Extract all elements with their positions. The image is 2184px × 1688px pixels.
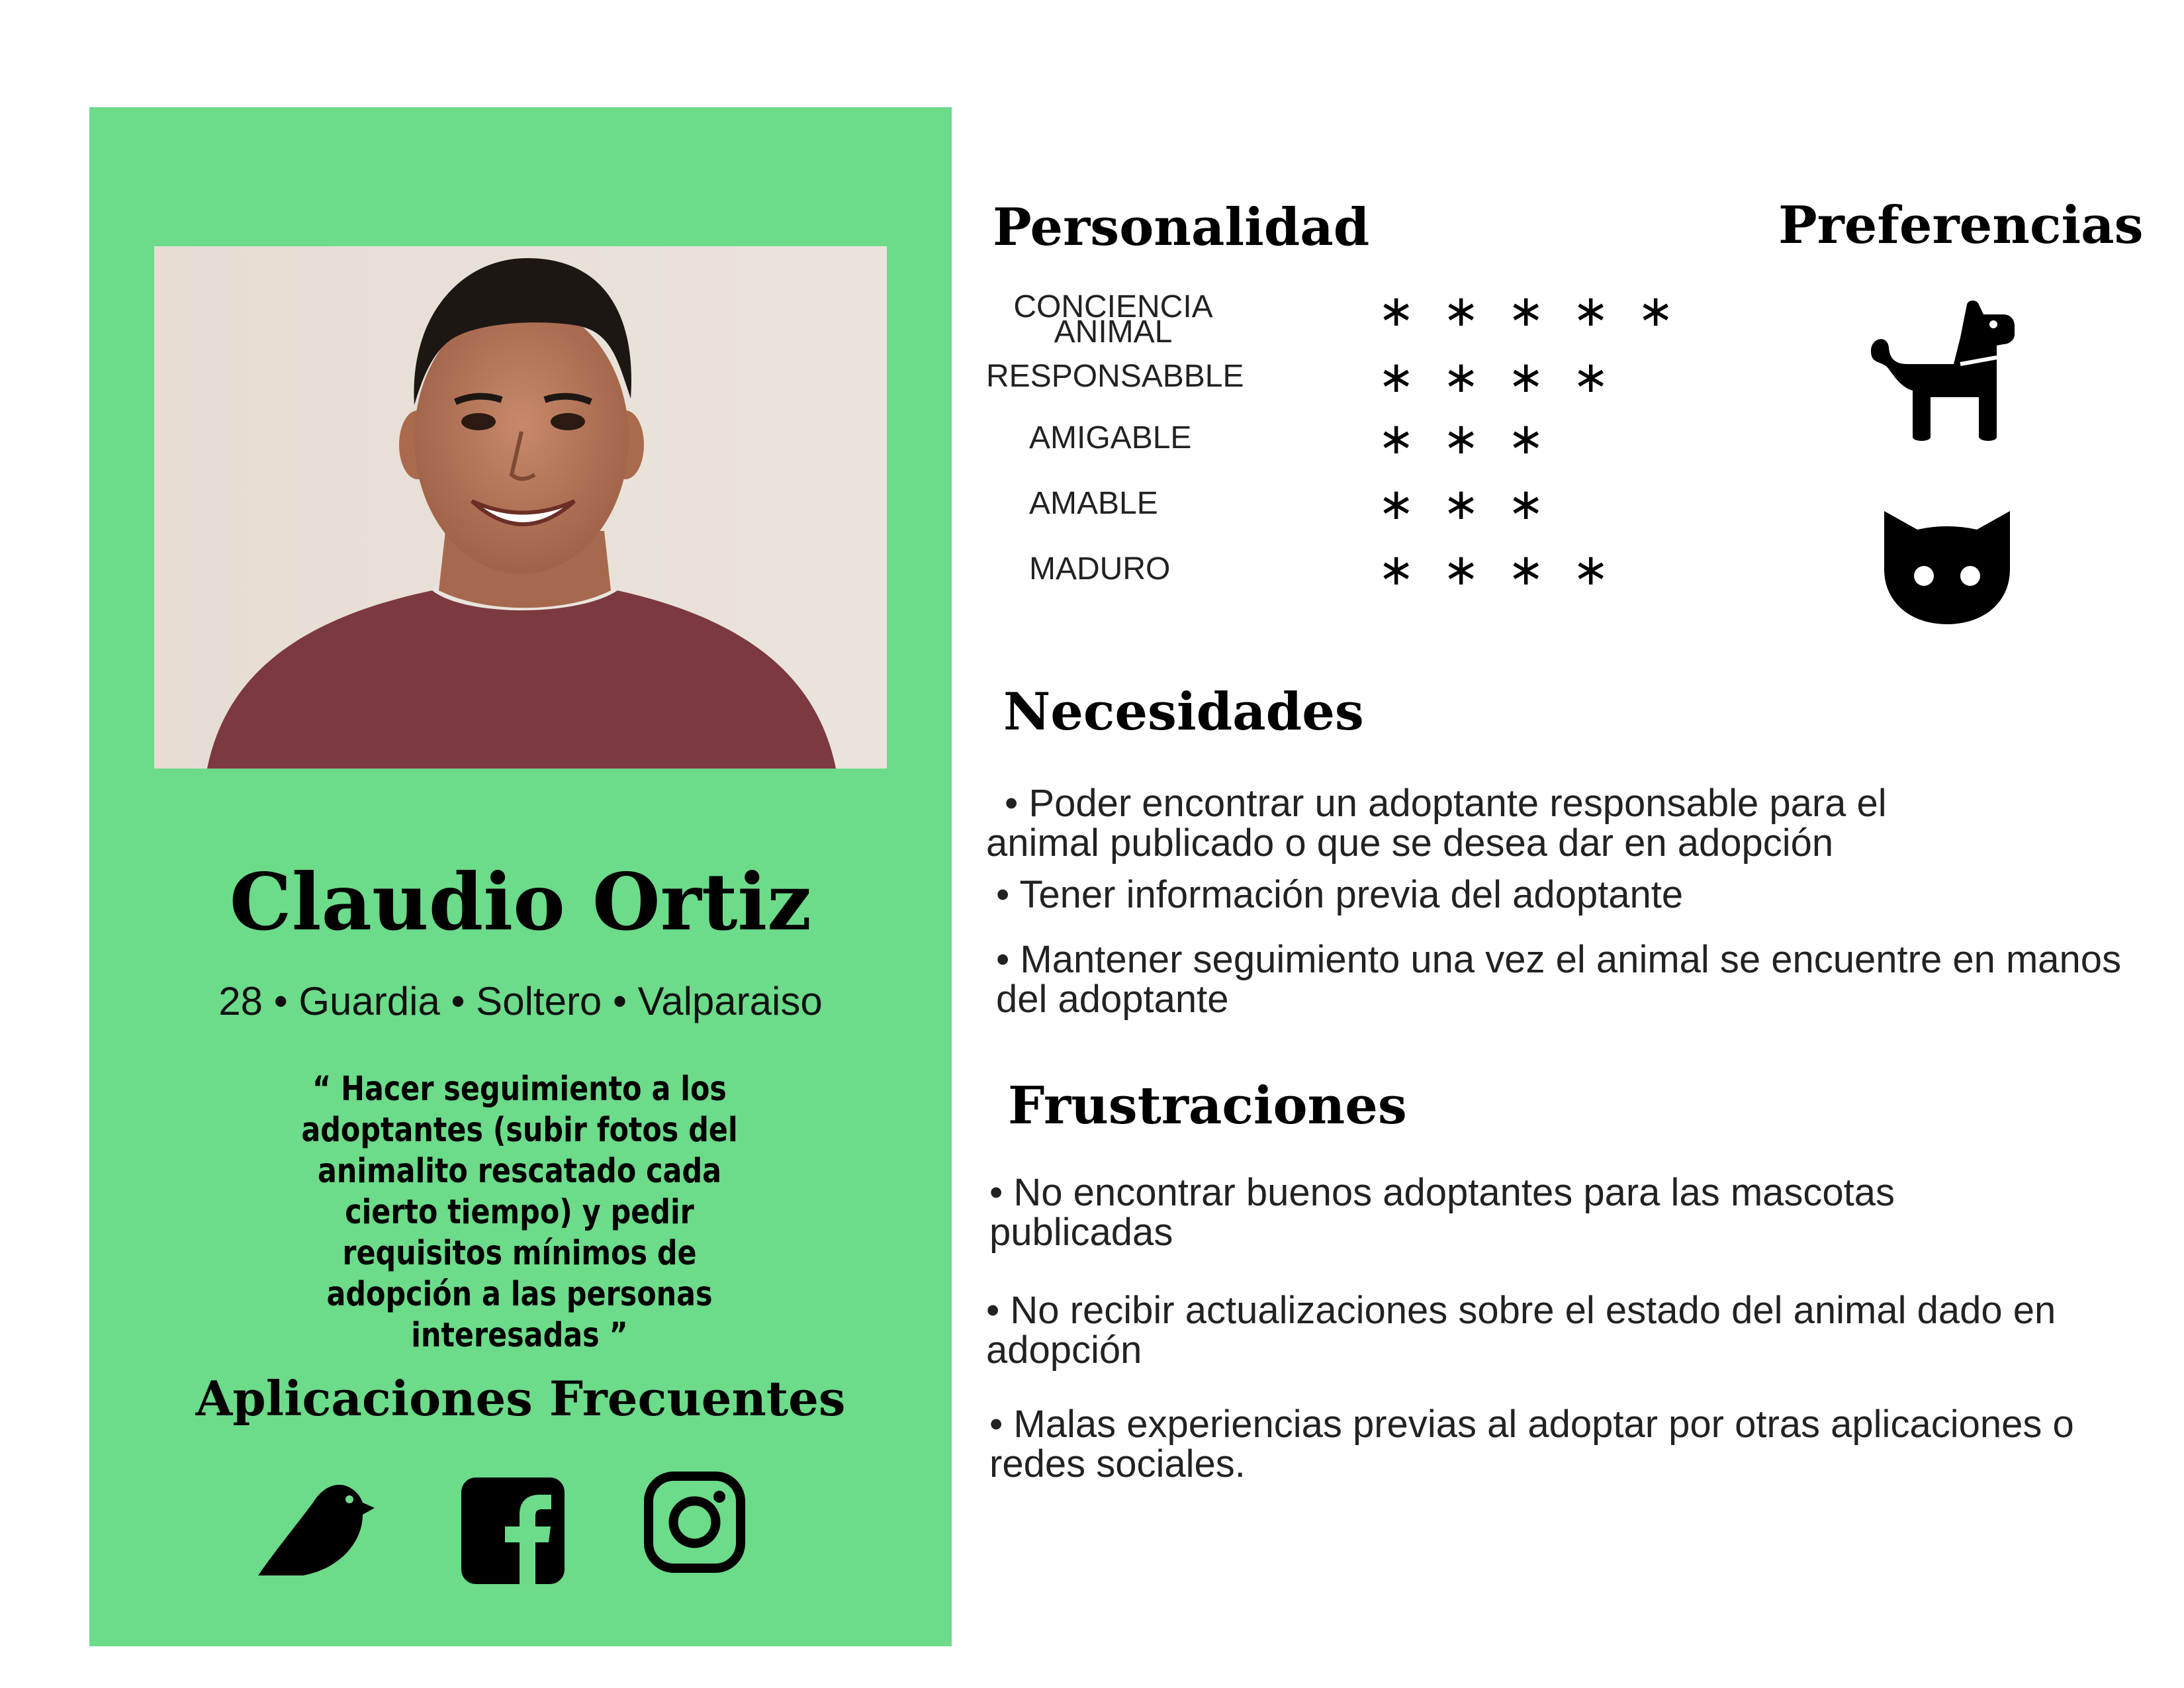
cat-icon [1881,503,2040,629]
facebook-icon [460,1476,572,1589]
twitter-bird-icon [257,1476,375,1589]
rating-star: ∗ [1443,413,1480,464]
rating-star: ∗ [1378,544,1415,595]
trait-label: CONCIENCIA ANIMAL [1013,289,1213,350]
trait-rating: ∗ ∗ ∗ [1378,479,1545,530]
needs-title: Necesidades [1003,682,1364,742]
rating-star: ∗ [1637,285,1674,336]
rating-star: ∗ [1572,352,1610,402]
frustration-item: • No recibir actualizaciones sobre el es… [986,1289,2056,1372]
rating-star: ∗ [1378,285,1415,336]
trait-label: RESPONSABBLE [986,359,1244,394]
trait-label: AMABLE [1029,486,1158,521]
apps-title: Aplicaciones Frecuentes [195,1370,846,1427]
rating-star: ∗ [1443,352,1480,402]
rating-star: ∗ [1378,479,1415,530]
rating-star: ∗ [1443,479,1480,530]
rating-star: ∗ [1508,352,1545,402]
rating-star: ∗ [1443,285,1480,336]
rating-star: ∗ [1508,479,1545,530]
trait-label: MADURO [1029,551,1171,586]
need-item: • Mantener seguimiento una vez el animal… [996,938,2122,1021]
frustration-item: • Malas experiencias previas al adoptar … [989,1403,2074,1485]
instagram-icon [643,1471,756,1583]
rating-star: ∗ [1572,285,1610,336]
trait-label: AMIGABLE [1029,420,1192,455]
frustration-item: • No encontrar buenos adoptantes para la… [989,1171,1895,1254]
trait-rating: ∗ ∗ ∗ ∗ [1378,544,1610,595]
preferences-title: Preferencias [1778,195,2144,256]
persona-name: Claudio Ortiz [229,856,812,948]
need-item: • Poder encontrar un adoptante responsab… [986,782,1887,865]
rating-star: ∗ [1378,352,1415,402]
frustrations-title: Frustraciones [1008,1076,1407,1136]
trait-rating: ∗ ∗ ∗ ∗ [1378,352,1610,402]
dog-icon [1868,298,2026,447]
rating-star: ∗ [1572,544,1610,595]
persona-quote: “ Hacer seguimiento a los adoptantes (su… [301,1070,738,1355]
trait-rating: ∗ ∗ ∗ [1378,413,1545,464]
rating-star: ∗ [1508,285,1545,336]
persona-details: 28 • Guardia • Soltero • Valparaiso [218,979,823,1023]
rating-star: ∗ [1443,544,1480,595]
rating-star: ∗ [1378,413,1415,464]
rating-star: ∗ [1508,544,1545,595]
trait-rating: ∗ ∗ ∗ ∗ ∗ [1378,285,1674,336]
need-item: • Tener información previa del adoptante [996,873,1684,916]
personality-title: Personalidad [993,197,1370,258]
rating-star: ∗ [1508,413,1545,464]
profile-photo [154,246,887,769]
